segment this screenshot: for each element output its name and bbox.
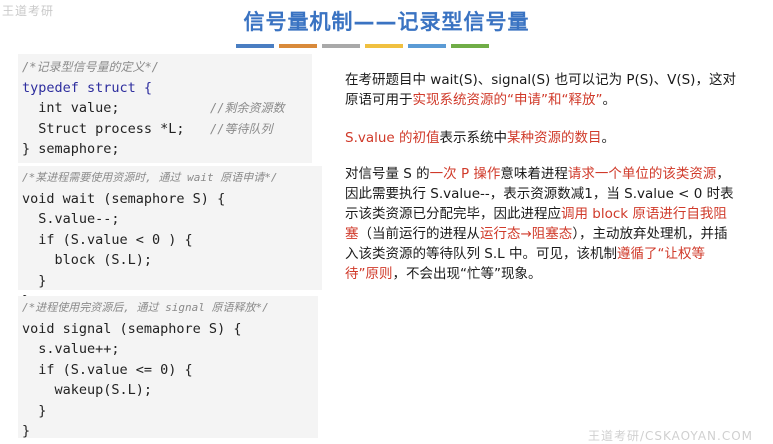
code-process-decl: Struct process *L; [22, 120, 185, 137]
code-line: int value; //剩余资源数 [18, 98, 312, 119]
code-line: } [22, 402, 47, 419]
code-line: void wait (semaphore S) { [22, 190, 226, 207]
code-line: } [22, 272, 47, 289]
code-line: } semaphore; [22, 141, 120, 157]
text-highlight: 一次 P 操作 [429, 166, 501, 182]
footer-watermark: 王道考研/CSKAOYAN.COM [587, 429, 753, 443]
text-highlight: 请求一个单位的该类资源 [567, 166, 717, 182]
code-value-decl: int value; [22, 100, 120, 116]
text-segment: 表示系统中 [439, 130, 508, 146]
code-line: s.value++; [22, 341, 120, 357]
text-segment: 。 [601, 130, 616, 146]
code-line: typedef struct { [18, 78, 312, 99]
code-line: block (S.L); [22, 252, 153, 268]
code-comment: /*某进程需要使用资源时, 通过 wait 原语申请*/ [22, 171, 278, 184]
code-line: wakeup(S.L); [22, 382, 153, 398]
text-highlight: S.value 的初值 [345, 130, 440, 146]
slide-title: 信号量机制——记录型信号量 [243, 10, 530, 34]
code-block-wait: /*某进程需要使用资源时, 通过 wait 原语申请*/ void wait (… [18, 166, 322, 309]
paragraph-initial-value: S.value 的初值表示系统中某种资源的数目。 [345, 128, 737, 148]
color-bar-2 [279, 44, 317, 48]
text-highlight: 某种资源的数目 [507, 130, 602, 146]
text-segment: 意味着进程 [500, 166, 568, 182]
text-segment: 。 [602, 92, 616, 108]
color-bar-4 [365, 44, 403, 48]
code-block-semaphore-definition: /*记录型信号量的定义*/ typedef struct { int value… [18, 54, 312, 163]
text-highlight: 实现系统资源的“申请”和“释放” [412, 92, 603, 108]
code-line: void signal (semaphore S) { [22, 320, 242, 337]
code-comment: /*进程使用完资源后, 通过 signal 原语释放*/ [22, 301, 269, 314]
code-line: } [22, 423, 31, 439]
code-line: if (S.value < 0 ) { [22, 231, 193, 248]
paragraph-pv-alias: 在考研题目中 wait(S)、signal(S) 也可以记为 P(S)、V(S)… [345, 70, 737, 110]
text-segment: 对信号量 S 的 [345, 166, 430, 182]
color-bar-3 [322, 44, 360, 48]
color-bar-6 [451, 44, 489, 48]
text-segment: ，不会出现“忙等”现象。 [392, 266, 542, 282]
paragraph-p-operation: 对信号量 S 的一次 P 操作意味着进程请求一个单位的该类资源，因此需要执行 S… [345, 164, 737, 284]
code-line: if (S.value <= 0) { [22, 361, 193, 378]
code-typedef: typedef struct { [22, 79, 153, 96]
code-line: Struct process *L; //等待队列 [18, 119, 312, 140]
color-bar-1 [236, 44, 274, 48]
code-line: S.value--; [22, 211, 120, 227]
code-process-comment: //等待队列 [210, 121, 273, 136]
color-bar-5 [408, 44, 446, 48]
code-comment: /*记录型信号量的定义*/ [22, 60, 159, 74]
code-block-signal: /*进程使用完资源后, 通过 signal 原语释放*/ void signal… [18, 296, 318, 439]
code-value-comment: //剩余资源数 [210, 101, 285, 115]
text-highlight: 运行态→阻塞态 [480, 226, 573, 242]
text-segment: （当前运行的进程从 [358, 226, 481, 242]
